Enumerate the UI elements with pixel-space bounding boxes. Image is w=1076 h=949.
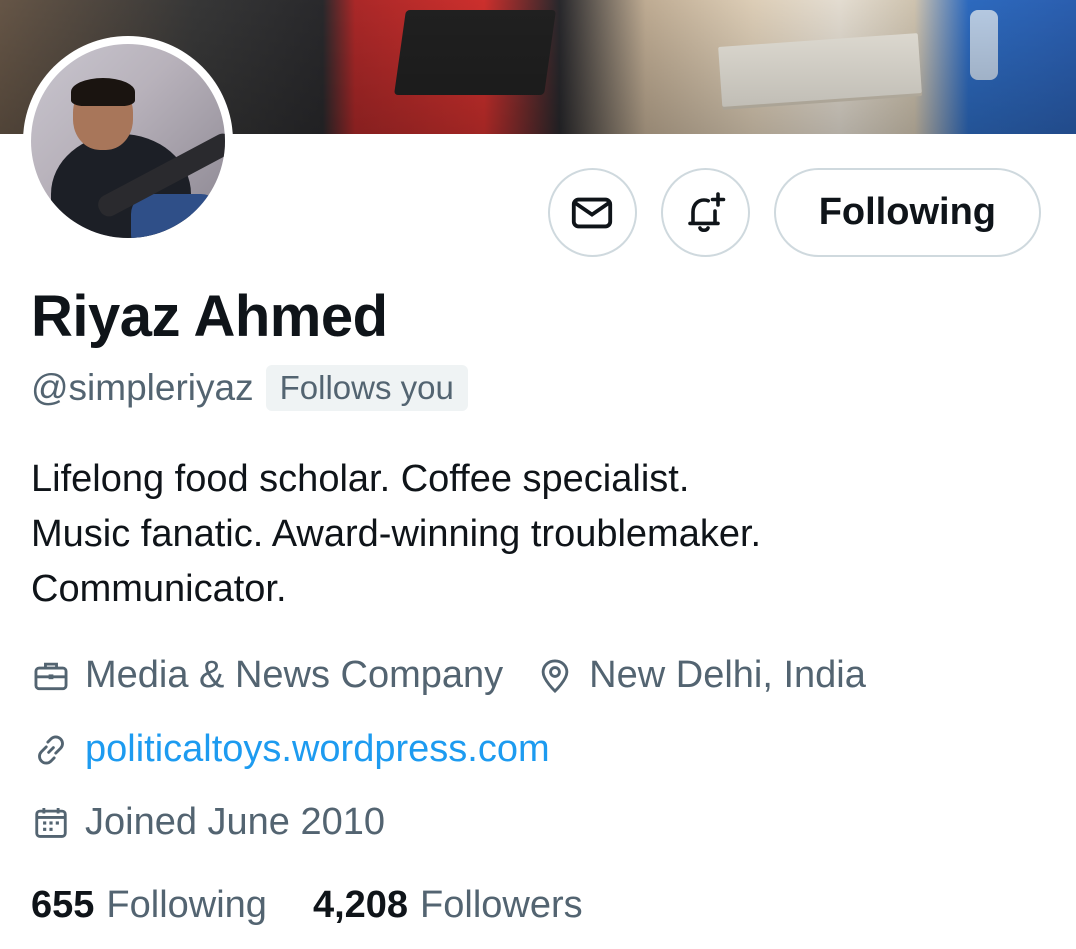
profile-actions: Following bbox=[547, 168, 1041, 257]
profile-name: Riyaz Ahmed bbox=[31, 284, 388, 349]
profile-meta-row: Media & News Company New Delhi, India bbox=[31, 654, 866, 697]
profile-website-link[interactable]: politicaltoys.wordpress.com bbox=[85, 728, 550, 771]
bio-line: Music fanatic. Award-winning troublemake… bbox=[31, 513, 762, 555]
link-icon bbox=[31, 730, 71, 770]
profile-bio: Lifelong food scholar. Coffee specialist… bbox=[31, 452, 1031, 617]
following-count: 655 bbox=[31, 884, 95, 926]
location-pin-icon bbox=[535, 656, 575, 696]
profile-location: New Delhi, India bbox=[589, 654, 866, 696]
profile-joined: Joined June 2010 bbox=[85, 801, 386, 843]
message-button[interactable] bbox=[547, 168, 637, 257]
followers-label: Followers bbox=[420, 884, 583, 926]
avatar-jeans bbox=[131, 194, 221, 238]
profile-website-row: politicaltoys.wordpress.com bbox=[31, 728, 550, 771]
profile-category: Media & News Company bbox=[85, 654, 504, 696]
bell-plus-icon bbox=[688, 191, 726, 232]
profile-handle: @simpleriyaz bbox=[31, 367, 254, 408]
notify-button[interactable] bbox=[660, 168, 750, 257]
avatar-hair bbox=[71, 78, 135, 106]
calendar-icon bbox=[31, 803, 71, 843]
bio-line: Communicator. bbox=[31, 568, 287, 610]
envelope-icon bbox=[572, 197, 613, 228]
avatar[interactable] bbox=[23, 36, 233, 246]
following-stat[interactable]: 655 Following bbox=[31, 884, 267, 927]
following-label: Following bbox=[106, 884, 267, 926]
followers-count: 4,208 bbox=[312, 884, 409, 926]
bio-line: Lifelong food scholar. Coffee specialist… bbox=[31, 458, 690, 500]
profile-joined-row: Joined June 2010 bbox=[31, 801, 385, 844]
following-button[interactable]: Following bbox=[773, 168, 1041, 257]
avatar-photo bbox=[31, 44, 225, 238]
handle-row: @simpleriyaz Follows you bbox=[31, 365, 468, 411]
profile-stats: 655 Following 4,208 Followers bbox=[31, 884, 629, 927]
follows-you-badge: Follows you bbox=[265, 365, 468, 411]
briefcase-icon bbox=[31, 656, 71, 696]
followers-stat[interactable]: 4,208 Followers bbox=[313, 884, 583, 927]
